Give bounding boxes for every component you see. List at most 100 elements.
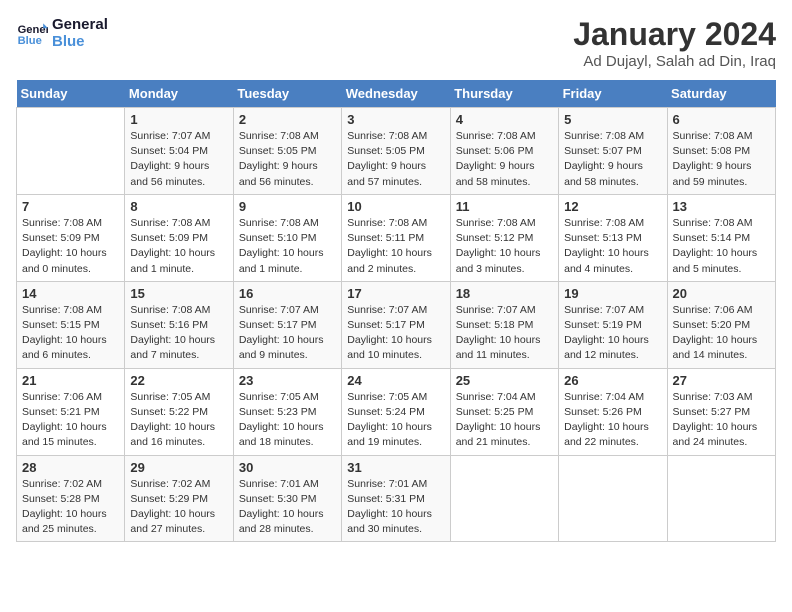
day-number: 2 — [239, 112, 336, 127]
day-number: 19 — [564, 286, 661, 301]
calendar-table: SundayMondayTuesdayWednesdayThursdayFrid… — [16, 80, 776, 542]
calendar-cell: 16 Sunrise: 7:07 AMSunset: 5:17 PMDayligh… — [233, 281, 341, 368]
calendar-cell: 12Sunrise: 7:08 AMSunset: 5:13 PMDayligh… — [559, 194, 667, 281]
day-info: Sunrise: 7:06 AMSunset: 5:21 PMDaylight:… — [22, 390, 119, 451]
calendar-cell — [17, 108, 125, 195]
day-number: 26 — [564, 373, 661, 388]
day-number: 11 — [456, 199, 553, 214]
day-info: Sunrise: 7:05 AMSunset: 5:22 PMDaylight:… — [130, 390, 227, 451]
day-number: 1 — [130, 112, 227, 127]
day-info: Sunrise: 7:08 AMSunset: 5:05 PMDaylight:… — [239, 129, 336, 190]
day-number: 20 — [673, 286, 770, 301]
calendar-cell: 11 Sunrise: 7:08 AMSunset: 5:12 PMDayligh… — [450, 194, 558, 281]
day-number: 13 — [673, 199, 770, 214]
day-number: 3 — [347, 112, 444, 127]
calendar-cell: 27Sunrise: 7:03 AMSunset: 5:27 PMDayligh… — [667, 368, 775, 455]
calendar-week-row: 7 Sunrise: 7:08 AMSunset: 5:09 PMDaylight… — [17, 194, 776, 281]
day-info: Sunrise: 7:08 AMSunset: 5:10 PMDaylight:… — [239, 216, 336, 277]
calendar-cell — [450, 455, 558, 542]
day-number: 6 — [673, 112, 770, 127]
day-number: 27 — [673, 373, 770, 388]
header-day-monday: Monday — [125, 80, 233, 108]
logo-text-general: General — [52, 16, 108, 33]
calendar-cell: 30 Sunrise: 7:01 AMSunset: 5:30 PMDayligh… — [233, 455, 341, 542]
calendar-cell: 26 Sunrise: 7:04 AMSunset: 5:26 PMDayligh… — [559, 368, 667, 455]
calendar-cell: 4 Sunrise: 7:08 AMSunset: 5:06 PMDaylight… — [450, 108, 558, 195]
day-info: Sunrise: 7:07 AMSunset: 5:18 PMDaylight:… — [456, 303, 553, 364]
logo-text-blue: Blue — [52, 33, 108, 50]
day-number: 10 — [347, 199, 444, 214]
calendar-cell: 28 Sunrise: 7:02 AMSunset: 5:28 PMDayligh… — [17, 455, 125, 542]
day-number: 23 — [239, 373, 336, 388]
day-number: 4 — [456, 112, 553, 127]
calendar-cell: 29 Sunrise: 7:02 AMSunset: 5:29 PMDayligh… — [125, 455, 233, 542]
day-number: 12 — [564, 199, 661, 214]
calendar-cell: 6Sunrise: 7:08 AMSunset: 5:08 PMDaylight… — [667, 108, 775, 195]
day-number: 17 — [347, 286, 444, 301]
day-number: 21 — [22, 373, 119, 388]
calendar-cell: 31 Sunrise: 7:01 AMSunset: 5:31 PMDayligh… — [342, 455, 450, 542]
logo-icon: General Blue — [16, 17, 48, 49]
day-info: Sunrise: 7:07 AMSunset: 5:19 PMDaylight:… — [564, 303, 661, 364]
day-info: Sunrise: 7:08 AMSunset: 5:12 PMDaylight:… — [456, 216, 553, 277]
calendar-cell: 8 Sunrise: 7:08 AMSunset: 5:09 PMDaylight… — [125, 194, 233, 281]
day-number: 5 — [564, 112, 661, 127]
day-info: Sunrise: 7:07 AMSunset: 5:17 PMDaylight:… — [239, 303, 336, 364]
svg-text:Blue: Blue — [18, 35, 42, 47]
header-day-tuesday: Tuesday — [233, 80, 341, 108]
day-number: 29 — [130, 460, 227, 475]
calendar-week-row: 28 Sunrise: 7:02 AMSunset: 5:28 PMDayligh… — [17, 455, 776, 542]
calendar-cell: 9Sunrise: 7:08 AMSunset: 5:10 PMDaylight… — [233, 194, 341, 281]
calendar-cell: 21 Sunrise: 7:06 AMSunset: 5:21 PMDayligh… — [17, 368, 125, 455]
day-info: Sunrise: 7:02 AMSunset: 5:29 PMDaylight:… — [130, 477, 227, 538]
day-info: Sunrise: 7:05 AMSunset: 5:23 PMDaylight:… — [239, 390, 336, 451]
calendar-cell — [559, 455, 667, 542]
day-number: 24 — [347, 373, 444, 388]
day-number: 30 — [239, 460, 336, 475]
calendar-cell: 20 Sunrise: 7:06 AMSunset: 5:20 PMDayligh… — [667, 281, 775, 368]
header-day-thursday: Thursday — [450, 80, 558, 108]
header-day-saturday: Saturday — [667, 80, 775, 108]
day-number: 7 — [22, 199, 119, 214]
calendar-cell: 22Sunrise: 7:05 AMSunset: 5:22 PMDayligh… — [125, 368, 233, 455]
day-info: Sunrise: 7:08 AMSunset: 5:07 PMDaylight:… — [564, 129, 661, 190]
day-info: Sunrise: 7:02 AMSunset: 5:28 PMDaylight:… — [22, 477, 119, 538]
day-info: Sunrise: 7:08 AMSunset: 5:06 PMDaylight:… — [456, 129, 553, 190]
calendar-cell: 18 Sunrise: 7:07 AMSunset: 5:18 PMDayligh… — [450, 281, 558, 368]
day-number: 8 — [130, 199, 227, 214]
day-number: 31 — [347, 460, 444, 475]
calendar-cell: 24 Sunrise: 7:05 AMSunset: 5:24 PMDayligh… — [342, 368, 450, 455]
calendar-week-row: 1 Sunrise: 7:07 AMSunset: 5:04 PMDaylight… — [17, 108, 776, 195]
title-area: January 2024 Ad Dujayl, Salah ad Din, Ir… — [573, 16, 776, 70]
day-number: 25 — [456, 373, 553, 388]
day-info: Sunrise: 7:07 AMSunset: 5:17 PMDaylight:… — [347, 303, 444, 364]
page-header: General Blue General Blue January 2024 A… — [16, 16, 776, 70]
calendar-cell: 17 Sunrise: 7:07 AMSunset: 5:17 PMDayligh… — [342, 281, 450, 368]
page-title: January 2024 — [573, 16, 776, 53]
calendar-cell: 1 Sunrise: 7:07 AMSunset: 5:04 PMDaylight… — [125, 108, 233, 195]
day-info: Sunrise: 7:06 AMSunset: 5:20 PMDaylight:… — [673, 303, 770, 364]
day-number: 28 — [22, 460, 119, 475]
day-info: Sunrise: 7:08 AMSunset: 5:09 PMDaylight:… — [22, 216, 119, 277]
day-info: Sunrise: 7:04 AMSunset: 5:26 PMDaylight:… — [564, 390, 661, 451]
day-info: Sunrise: 7:01 AMSunset: 5:31 PMDaylight:… — [347, 477, 444, 538]
header-day-wednesday: Wednesday — [342, 80, 450, 108]
day-number: 18 — [456, 286, 553, 301]
day-info: Sunrise: 7:08 AMSunset: 5:05 PMDaylight:… — [347, 129, 444, 190]
day-info: Sunrise: 7:08 AMSunset: 5:09 PMDaylight:… — [130, 216, 227, 277]
day-number: 14 — [22, 286, 119, 301]
day-info: Sunrise: 7:08 AMSunset: 5:15 PMDaylight:… — [22, 303, 119, 364]
day-info: Sunrise: 7:05 AMSunset: 5:24 PMDaylight:… — [347, 390, 444, 451]
day-info: Sunrise: 7:08 AMSunset: 5:16 PMDaylight:… — [130, 303, 227, 364]
calendar-cell: 7 Sunrise: 7:08 AMSunset: 5:09 PMDaylight… — [17, 194, 125, 281]
calendar-cell: 5 Sunrise: 7:08 AMSunset: 5:07 PMDaylight… — [559, 108, 667, 195]
calendar-cell: 25Sunrise: 7:04 AMSunset: 5:25 PMDayligh… — [450, 368, 558, 455]
day-info: Sunrise: 7:07 AMSunset: 5:04 PMDaylight:… — [130, 129, 227, 190]
day-info: Sunrise: 7:08 AMSunset: 5:14 PMDaylight:… — [673, 216, 770, 277]
day-number: 16 — [239, 286, 336, 301]
calendar-cell: 2 Sunrise: 7:08 AMSunset: 5:05 PMDaylight… — [233, 108, 341, 195]
day-info: Sunrise: 7:01 AMSunset: 5:30 PMDaylight:… — [239, 477, 336, 538]
calendar-cell: 10 Sunrise: 7:08 AMSunset: 5:11 PMDayligh… — [342, 194, 450, 281]
day-info: Sunrise: 7:08 AMSunset: 5:11 PMDaylight:… — [347, 216, 444, 277]
calendar-cell: 15Sunrise: 7:08 AMSunset: 5:16 PMDayligh… — [125, 281, 233, 368]
